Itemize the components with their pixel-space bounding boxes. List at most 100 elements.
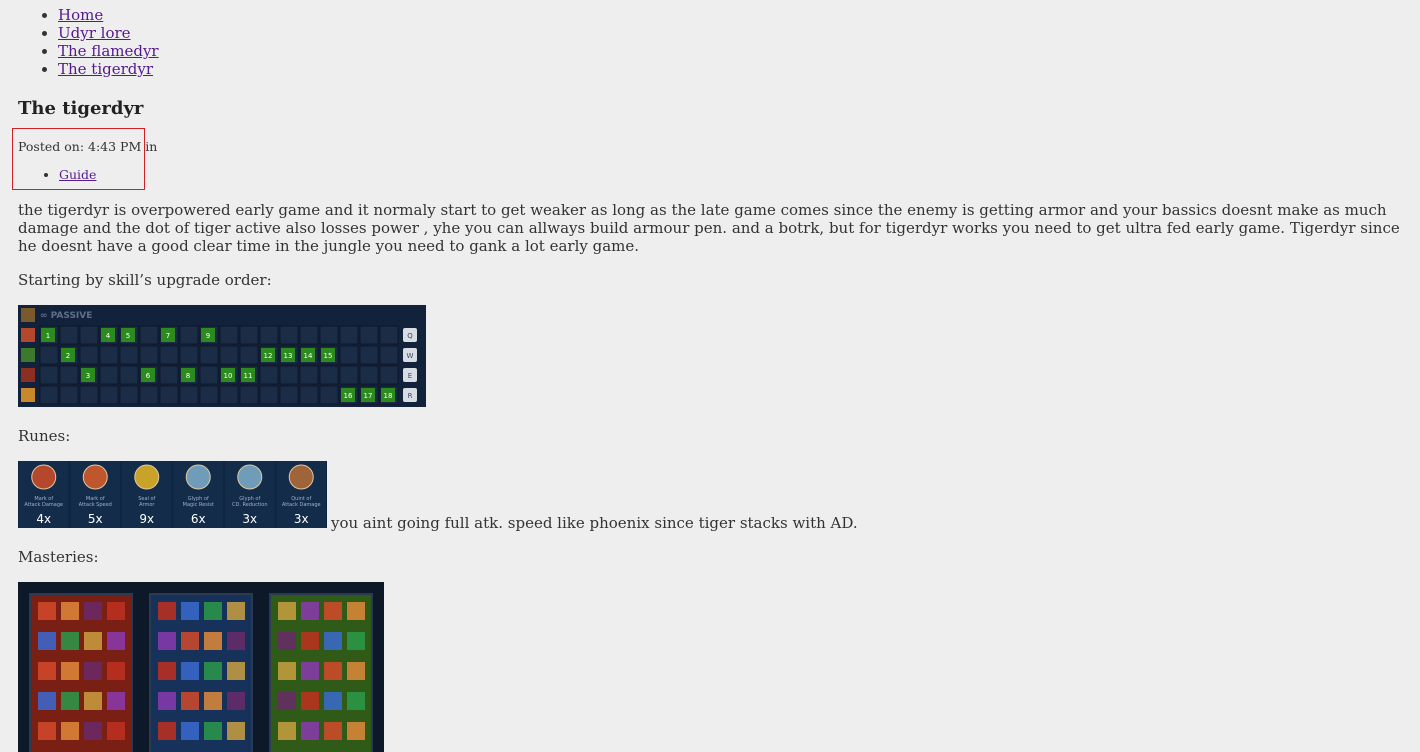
mastery-icon	[158, 692, 176, 710]
mastery-icon	[301, 722, 319, 740]
rune-count: 9x	[139, 512, 154, 526]
skill-cell	[259, 385, 279, 405]
skill-cell	[379, 365, 399, 385]
skill-cell	[179, 325, 199, 345]
posted-in-label: in	[145, 139, 158, 154]
skill-cell	[299, 385, 319, 405]
skill-cell	[259, 325, 279, 345]
mastery-icon	[278, 632, 296, 650]
mastery-icon	[84, 692, 102, 710]
rune-name-line2: CD. Reduction	[232, 502, 268, 508]
mastery-icon	[181, 692, 199, 710]
mastery-icon	[204, 662, 222, 680]
mastery-icon	[227, 662, 245, 680]
mastery-icon	[301, 602, 319, 620]
skill-icon	[21, 328, 35, 342]
skill-cell	[59, 325, 79, 345]
mastery-icon	[38, 602, 56, 620]
masteries-image	[18, 582, 384, 752]
skill-cell	[359, 365, 379, 385]
rune-count: 3x	[294, 512, 309, 526]
skill-cell	[199, 365, 219, 385]
mastery-icon	[181, 662, 199, 680]
mastery-icon	[204, 602, 222, 620]
mastery-icon	[204, 632, 222, 650]
skill-cell	[139, 325, 159, 345]
skill-level-number: 13	[284, 352, 293, 360]
mastery-icon	[227, 692, 245, 710]
nav-item-udyr-lore: Udyr lore	[58, 24, 1420, 42]
rune-name-line2: Attack Speed	[79, 502, 112, 508]
skill-cell	[239, 345, 259, 365]
mastery-icon	[278, 692, 296, 710]
skill-level-number: 11	[244, 372, 253, 380]
nav-item-home: Home	[58, 6, 1420, 24]
skill-level-number: 8	[186, 372, 190, 380]
skill-cell	[119, 345, 139, 365]
nav-item-tigerdyr: The tigerdyr	[58, 60, 1420, 78]
rune-name-line2: Armor	[139, 502, 155, 508]
mastery-icon	[227, 602, 245, 620]
skill-level-number: 17	[364, 392, 373, 400]
nav-item-flamedyr: The flamedyr	[58, 42, 1420, 60]
skill-level-number: 7	[166, 332, 170, 340]
rune-name-line2: Attack Damage	[282, 502, 321, 508]
mastery-icon	[324, 662, 342, 680]
runes-caption: you aint going full atk. speed like phoe…	[331, 514, 858, 532]
nav-link-tigerdyr[interactable]: The tigerdyr	[58, 60, 153, 78]
nav-link-flamedyr[interactable]: The flamedyr	[58, 42, 159, 60]
skill-cell	[219, 345, 239, 365]
skill-cell	[39, 365, 59, 385]
skill-cell	[159, 345, 179, 365]
skill-cell	[139, 385, 159, 405]
mastery-icon	[181, 722, 199, 740]
skill-cell	[159, 365, 179, 385]
mastery-icon	[38, 692, 56, 710]
mastery-icon	[61, 662, 79, 680]
passive-header: ∞ PASSIVE	[40, 311, 92, 321]
skill-cell	[379, 325, 399, 345]
rune-count: 6x	[191, 512, 206, 526]
skill-cell	[119, 365, 139, 385]
nav-link-home[interactable]: Home	[58, 6, 103, 24]
category-item: Guide	[59, 167, 96, 183]
rune-icon	[237, 464, 263, 490]
skill-cell	[319, 325, 339, 345]
mastery-icon	[84, 662, 102, 680]
skill-level-number: 5	[126, 332, 130, 340]
rune-count: 3x	[242, 512, 257, 526]
mastery-icon	[107, 692, 125, 710]
mastery-icon	[204, 722, 222, 740]
skill-key-label: Q	[407, 332, 413, 340]
mastery-icon	[107, 722, 125, 740]
mastery-icon	[324, 632, 342, 650]
passive-icon	[21, 308, 35, 322]
mastery-icon	[227, 722, 245, 740]
skill-cell	[119, 385, 139, 405]
skill-cell	[79, 345, 99, 365]
mastery-icon	[61, 692, 79, 710]
skill-level-number: 15	[324, 352, 333, 360]
mastery-icon	[347, 722, 365, 740]
runes-label: Runes:	[18, 427, 71, 445]
skill-cell	[339, 345, 359, 365]
mastery-icon	[84, 632, 102, 650]
skill-cell	[179, 385, 199, 405]
skill-cell	[359, 325, 379, 345]
rune-count: 5x	[88, 512, 103, 526]
mastery-icon	[107, 602, 125, 620]
skill-level-number: 4	[106, 332, 111, 340]
nav-link-udyr-lore[interactable]: Udyr lore	[58, 24, 131, 42]
mastery-icon	[278, 722, 296, 740]
category-link-guide[interactable]: Guide	[59, 167, 96, 182]
skill-cell	[59, 385, 79, 405]
skill-key-label: R	[408, 392, 413, 400]
rune-icon	[134, 464, 160, 490]
skill-level-number: 3	[86, 372, 90, 380]
skill-cell	[339, 365, 359, 385]
runes-image: Mark ofAttack Damage4xMark ofAttack Spee…	[18, 461, 327, 528]
site-nav: Home Udyr lore The flamedyr The tigerdyr	[0, 0, 1420, 78]
masteries-label: Masteries:	[18, 548, 99, 566]
skill-icon	[21, 388, 35, 402]
mastery-icon	[61, 602, 79, 620]
